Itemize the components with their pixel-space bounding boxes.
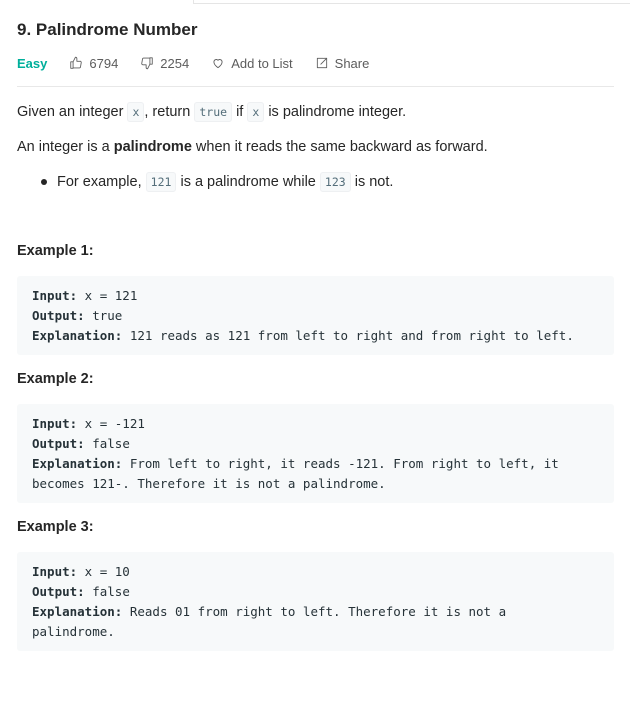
- example-3-block: Input: x = 10 Output: false Explanation:…: [17, 552, 614, 651]
- example-explanation-cont: becomes 121-. Therefore it is not a pali…: [32, 476, 386, 491]
- example-output: Output: false: [32, 582, 599, 602]
- text-fragment: An integer is a: [17, 139, 114, 155]
- inline-code: x: [127, 102, 145, 122]
- inline-code: 123: [319, 172, 351, 192]
- share-button[interactable]: Share: [315, 55, 370, 71]
- top-panel-edge: [193, 0, 630, 4]
- dislikes-count: 2254: [160, 55, 190, 71]
- example-3-title: Example 3:: [17, 519, 94, 535]
- description-line-1: Given an integer x, return true if x is …: [17, 102, 406, 122]
- thumbs-up-icon: [70, 56, 83, 69]
- text-fragment: , return: [144, 104, 195, 120]
- share-icon: [316, 57, 327, 69]
- thumbs-down-icon: [141, 57, 153, 70]
- difficulty-badge: Easy: [17, 55, 48, 71]
- example-output: Output: false: [32, 434, 599, 454]
- example-input: Input: x = -121: [32, 414, 599, 434]
- output-label: Output:: [32, 436, 85, 451]
- example-output: Output: true: [32, 306, 599, 326]
- add-to-list-label: Add to List: [231, 55, 293, 71]
- output-value: false: [84, 436, 130, 451]
- example-2-block: Input: x = -121 Output: false Explanatio…: [17, 404, 614, 503]
- output-value: true: [84, 308, 123, 323]
- example-explanation: Explanation: From left to right, it read…: [32, 454, 599, 474]
- description-line-2: An integer is a palindrome when it reads…: [17, 137, 488, 157]
- inline-code: true: [194, 102, 233, 122]
- inline-code: 121: [145, 172, 177, 192]
- dislike-button[interactable]: 2254: [140, 56, 189, 71]
- example-2-title: Example 2:: [17, 371, 94, 387]
- text-fragment: is a palindrome while: [176, 174, 320, 190]
- bold-term: palindrome: [113, 139, 192, 155]
- share-label: Share: [334, 55, 370, 71]
- problem-title: 9. Palindrome Number: [17, 20, 198, 39]
- input-value: x = 121: [77, 288, 138, 303]
- example-1-block: Input: x = 121 Output: true Explanation:…: [17, 276, 614, 355]
- text-fragment: if: [232, 104, 248, 120]
- output-label: Output:: [32, 308, 85, 323]
- example-input: Input: x = 10: [32, 562, 599, 582]
- explanation-label: Explanation:: [32, 604, 123, 619]
- explanation-text: 121 reads as 121 from left to right and …: [122, 328, 574, 343]
- output-label: Output:: [32, 584, 85, 599]
- likes-count: 6794: [89, 55, 119, 71]
- input-value: x = -121: [77, 416, 145, 431]
- text-fragment: is not.: [350, 174, 394, 190]
- inline-code: x: [247, 102, 265, 122]
- input-label: Input:: [32, 416, 78, 431]
- heart-icon: [213, 59, 223, 69]
- input-label: Input:: [32, 288, 78, 303]
- input-label: Input:: [32, 564, 78, 579]
- explanation-label: Explanation:: [32, 328, 123, 343]
- text-fragment: Given an integer: [17, 104, 128, 120]
- example-explanation: Explanation: 121 reads as 121 from left …: [32, 326, 599, 346]
- example-input: Input: x = 121: [32, 286, 599, 306]
- explanation-label: Explanation:: [32, 456, 123, 471]
- add-to-list-button[interactable]: Add to List: [211, 55, 293, 71]
- example-1-title: Example 1:: [17, 243, 94, 259]
- bullet-dot: [41, 179, 47, 185]
- divider: [17, 86, 614, 87]
- like-button[interactable]: 6794: [69, 56, 118, 71]
- explanation-text: Reads 01 from right to left. Therefore i…: [122, 604, 507, 619]
- problem-meta-bar: Easy 6794 2254 Add to List Share: [17, 54, 391, 72]
- description-bullet: For example, 121 is a palindrome while 1…: [57, 172, 393, 192]
- explanation-text: From left to right, it reads -121. From …: [122, 456, 559, 471]
- example-explanation-cont: palindrome.: [32, 624, 115, 639]
- text-fragment: For example,: [57, 174, 146, 190]
- text-fragment: when it reads the same backward as forwa…: [191, 139, 488, 155]
- output-value: false: [84, 584, 130, 599]
- input-value: x = 10: [77, 564, 130, 579]
- text-fragment: is palindrome integer.: [264, 104, 407, 120]
- example-explanation: Explanation: Reads 01 from right to left…: [32, 602, 599, 622]
